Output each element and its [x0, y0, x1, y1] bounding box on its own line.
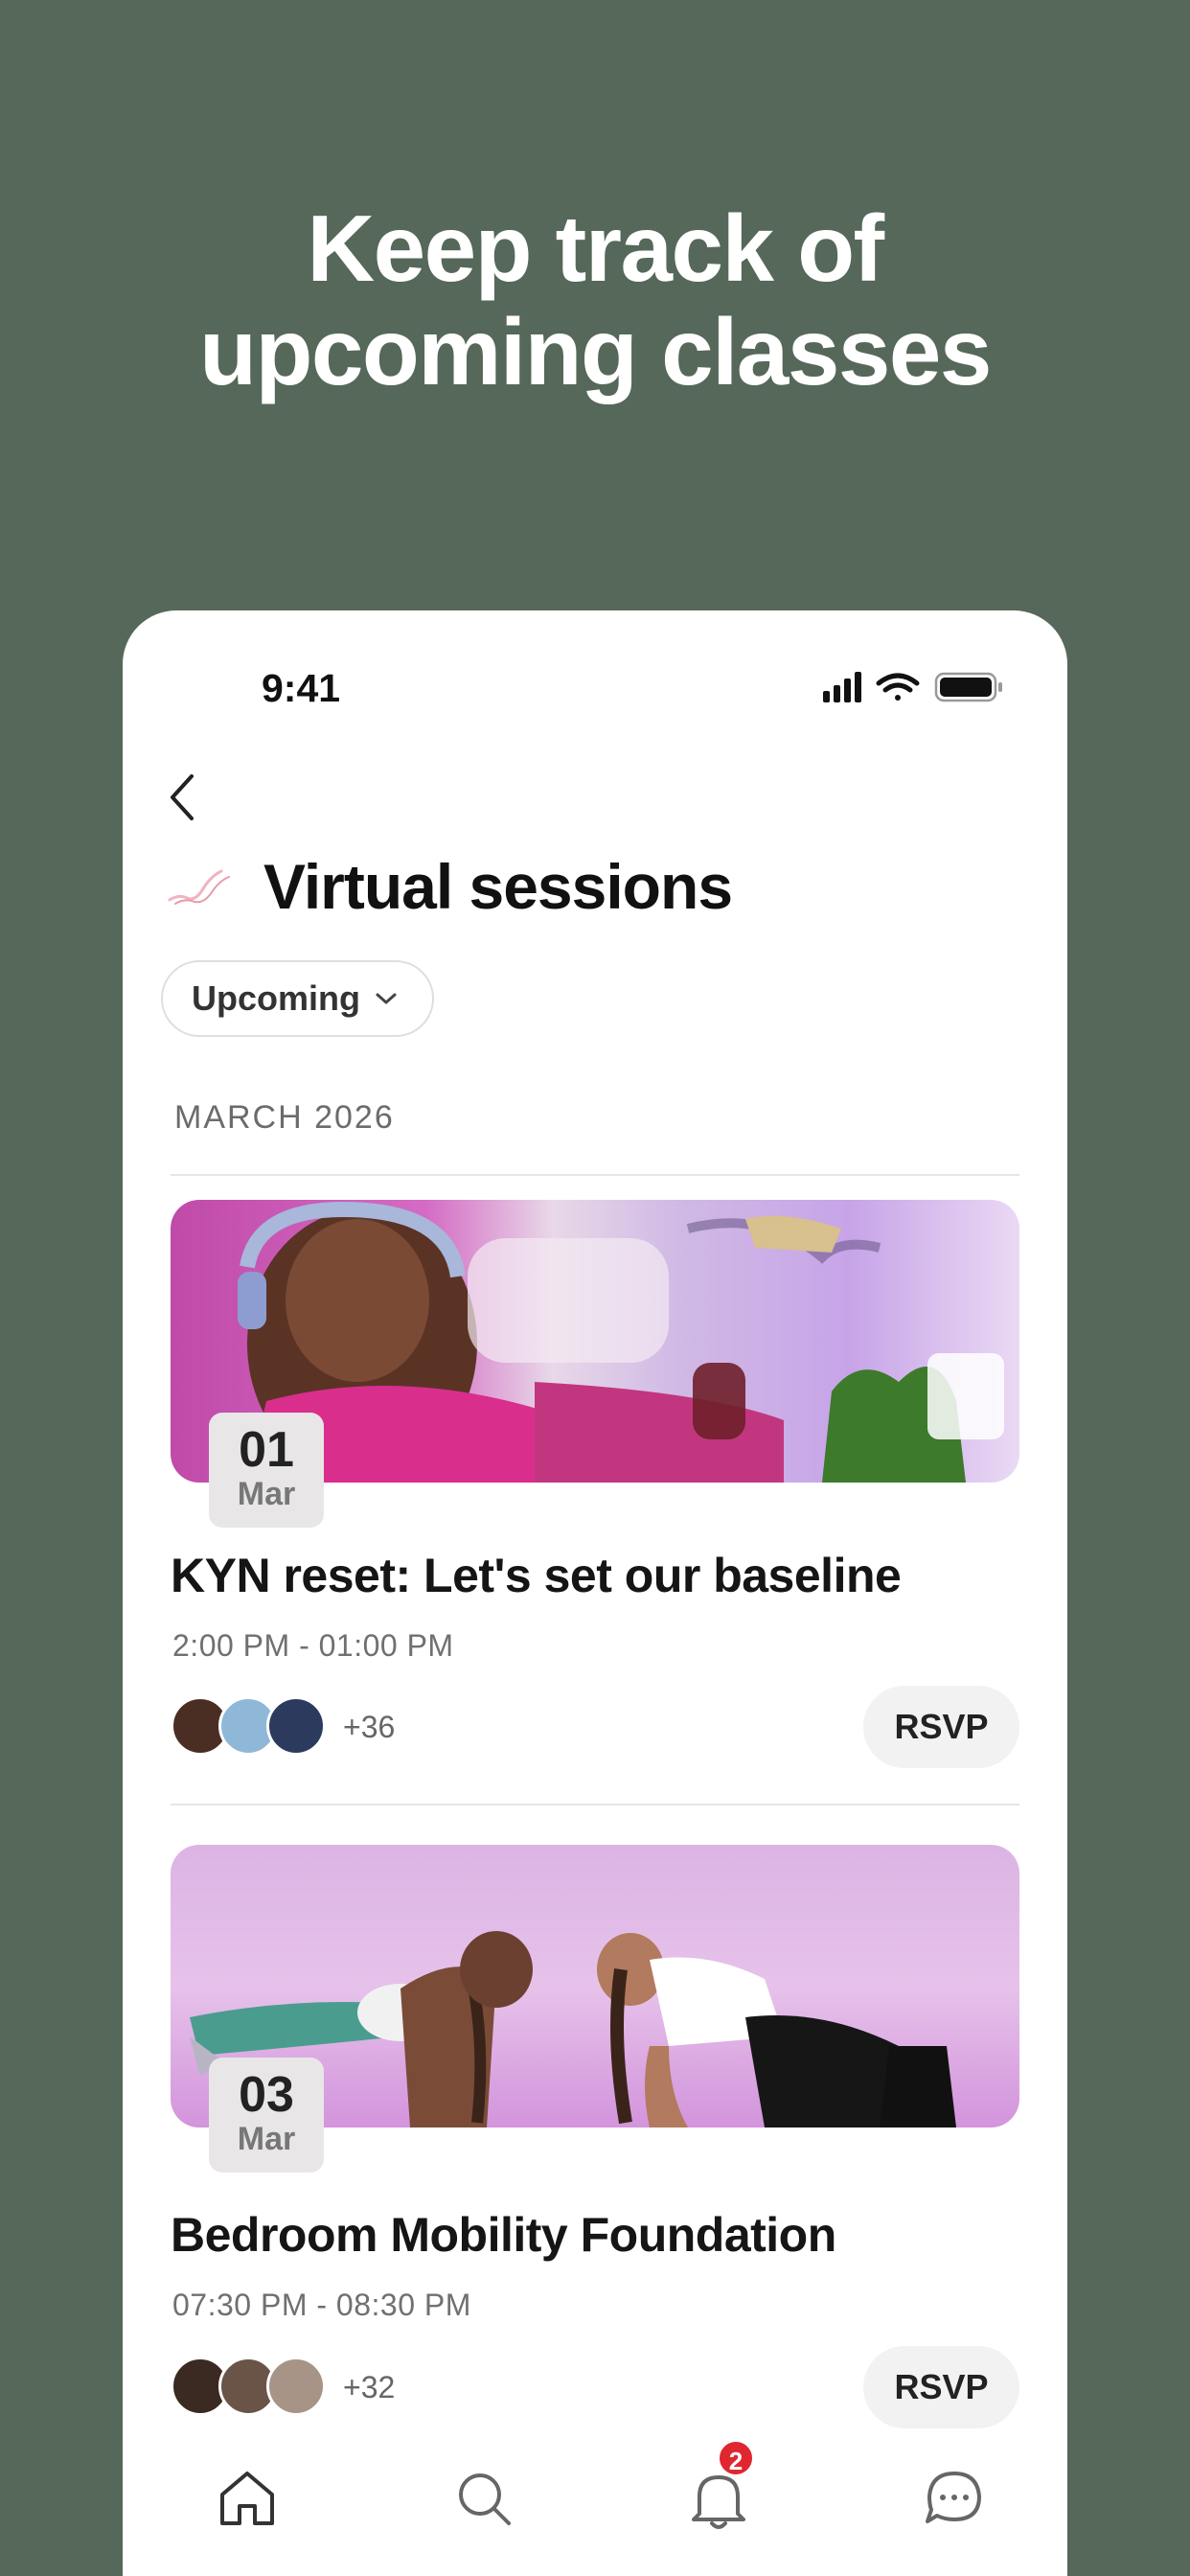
event-title[interactable]: KYN reset: Let's set our baseline: [171, 1548, 902, 1603]
avatar: [266, 2357, 326, 2416]
page-header: Virtual sessions: [166, 840, 1028, 927]
event-time: 07:30 PM - 08:30 PM: [172, 2288, 471, 2322]
filter-dropdown[interactable]: Upcoming: [161, 960, 434, 1037]
search-icon[interactable]: [446, 2460, 522, 2537]
filter-label: Upcoming: [192, 978, 360, 1018]
notification-badge: 2: [717, 2439, 755, 2477]
promo-headline: Keep track of upcoming classes: [0, 196, 1190, 403]
event-time: 2:00 PM - 01:00 PM: [172, 1628, 454, 1663]
battery-icon: [934, 672, 1002, 702]
event-month: Mar: [237, 2121, 296, 2157]
month-section-label: MARCH 2026: [174, 1099, 395, 1136]
chat-icon[interactable]: [916, 2460, 993, 2537]
rsvp-button[interactable]: RSVP: [863, 1686, 1019, 1768]
event-day: 03: [239, 2067, 294, 2123]
home-icon[interactable]: [209, 2460, 286, 2537]
attendee-avatars[interactable]: +36: [171, 1696, 458, 1758]
status-bar: 9:41: [123, 610, 1067, 716]
date-badge: 03 Mar: [209, 2058, 324, 2173]
page-title: Virtual sessions: [263, 851, 733, 922]
date-badge: 01 Mar: [209, 1413, 324, 1528]
headline-line-1: Keep track of: [307, 196, 884, 301]
divider: [171, 1804, 1019, 1806]
status-time: 9:41: [262, 666, 341, 710]
signal-icon: [823, 672, 861, 702]
brand-logo: [168, 869, 230, 905]
attendee-avatars[interactable]: +32: [171, 2357, 458, 2418]
event-day: 01: [239, 1422, 294, 1478]
divider: [171, 1174, 1019, 1176]
status-icons: [823, 672, 1002, 702]
attendee-count: +36: [343, 1710, 396, 1744]
phone-screen: 9:41 Virtual sessions Upcoming MARCH 202…: [123, 610, 1067, 2576]
event-month: Mar: [237, 1476, 296, 1512]
event-title[interactable]: Bedroom Mobility Foundation: [171, 2207, 836, 2263]
wifi-icon: [876, 673, 920, 701]
tab-bar: 2: [123, 2439, 1067, 2576]
attendee-count: +32: [343, 2370, 396, 2404]
headline-line-2: upcoming classes: [199, 299, 992, 404]
chevron-left-icon[interactable]: [161, 769, 209, 826]
avatar: [266, 1696, 326, 1756]
chevron-down-icon: [376, 993, 397, 1004]
rsvp-button[interactable]: RSVP: [863, 2346, 1019, 2428]
